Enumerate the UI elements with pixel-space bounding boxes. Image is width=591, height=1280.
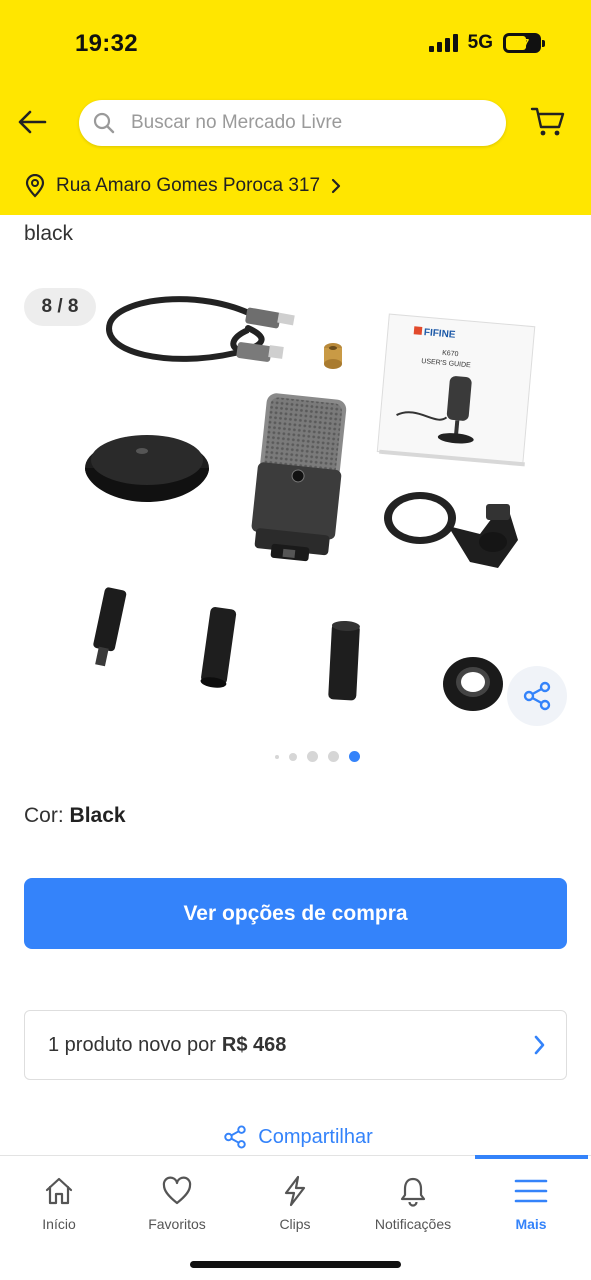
booklet-model-text: K670 xyxy=(442,350,459,358)
battery-icon: 37 xyxy=(503,33,545,53)
menu-icon xyxy=(514,1174,548,1208)
cart-button[interactable] xyxy=(528,102,568,142)
network-type: 5G xyxy=(467,32,493,53)
user-guide-booklet-image: FIFINE K670 USER'S GUIDE xyxy=(376,313,536,467)
search-icon xyxy=(93,112,115,134)
share-icon xyxy=(224,1125,246,1149)
signal-icon xyxy=(428,34,458,52)
nav-item-notifications[interactable]: Notificações xyxy=(354,1174,472,1232)
status-icons: 5G 37 xyxy=(428,32,545,54)
new-product-offer-card[interactable]: 1 produto novo por R$ 468 xyxy=(24,1010,567,1080)
extension-pole-image-2 xyxy=(200,607,237,688)
home-icon xyxy=(43,1174,75,1208)
gallery-pagination xyxy=(0,751,591,762)
offer-price: R$ 468 xyxy=(221,1033,287,1056)
product-image-gallery[interactable]: FIFINE K670 USER'S GUIDE xyxy=(0,278,591,738)
search-input[interactable] xyxy=(131,112,471,134)
share-image-button[interactable] xyxy=(507,666,567,726)
extension-pole-image-1 xyxy=(93,587,127,667)
address-text: Rua Amaro Gomes Poroca 317 xyxy=(56,175,321,196)
color-selector: Cor: Black xyxy=(24,804,126,828)
nav-item-clips[interactable]: Clips xyxy=(236,1174,354,1232)
product-image: FIFINE K670 USER'S GUIDE xyxy=(85,296,536,711)
lightning-icon xyxy=(281,1174,309,1208)
share-link[interactable]: Compartilhar xyxy=(0,1124,591,1150)
heart-icon xyxy=(161,1174,193,1208)
color-label: Cor: xyxy=(24,804,64,827)
delivery-address[interactable]: Rua Amaro Gomes Poroca 317 xyxy=(24,174,342,198)
product-variant-text: black xyxy=(24,222,74,245)
nav-active-indicator xyxy=(475,1155,588,1159)
nav-item-home[interactable]: Início xyxy=(0,1174,118,1232)
view-buy-options-button[interactable]: Ver opções de compra xyxy=(24,878,567,949)
nav-label: Favoritos xyxy=(148,1216,206,1232)
gallery-counter: 8 / 8 xyxy=(24,288,96,326)
status-time: 19:32 xyxy=(75,30,138,57)
nav-label: Mais xyxy=(515,1216,547,1232)
nav-item-favorites[interactable]: Favoritos xyxy=(118,1174,236,1232)
nav-item-more[interactable]: Mais xyxy=(472,1174,590,1232)
pagination-dot xyxy=(289,752,297,761)
offer-label: 1 produto novo por xyxy=(48,1033,216,1056)
back-button[interactable] xyxy=(12,102,52,142)
microphone-image xyxy=(251,393,347,562)
cart-icon xyxy=(530,107,565,136)
nav-label: Início xyxy=(42,1216,76,1232)
share-icon xyxy=(523,681,551,711)
share-link-label: Compartilhar xyxy=(258,1125,373,1148)
pagination-dot-active xyxy=(349,751,360,762)
rubber-ring-image xyxy=(443,657,503,711)
home-indicator xyxy=(190,1261,401,1268)
bell-icon xyxy=(397,1174,429,1208)
stand-base-image xyxy=(85,435,209,502)
header: 19:32 5G 37 Buscar no Mercado Livre Rua … xyxy=(0,0,591,215)
search-bar[interactable] xyxy=(79,100,506,146)
brass-adapter-image xyxy=(324,343,342,369)
pagination-dot xyxy=(328,751,339,762)
nav-label: Notificações xyxy=(374,1216,452,1232)
nav-label: Clips xyxy=(279,1216,311,1232)
mic-clip-image xyxy=(384,492,518,568)
arrow-left-icon xyxy=(18,110,47,134)
chevron-right-icon xyxy=(534,1035,545,1055)
pagination-dot xyxy=(307,751,318,762)
pagination-dot xyxy=(275,754,279,759)
color-value: Black xyxy=(69,804,126,827)
battery-level: 37 xyxy=(514,35,530,51)
location-pin-icon xyxy=(25,174,45,198)
chevron-right-icon xyxy=(331,178,341,194)
extension-pole-image-3 xyxy=(328,620,360,701)
usb-cable-image xyxy=(106,296,295,362)
